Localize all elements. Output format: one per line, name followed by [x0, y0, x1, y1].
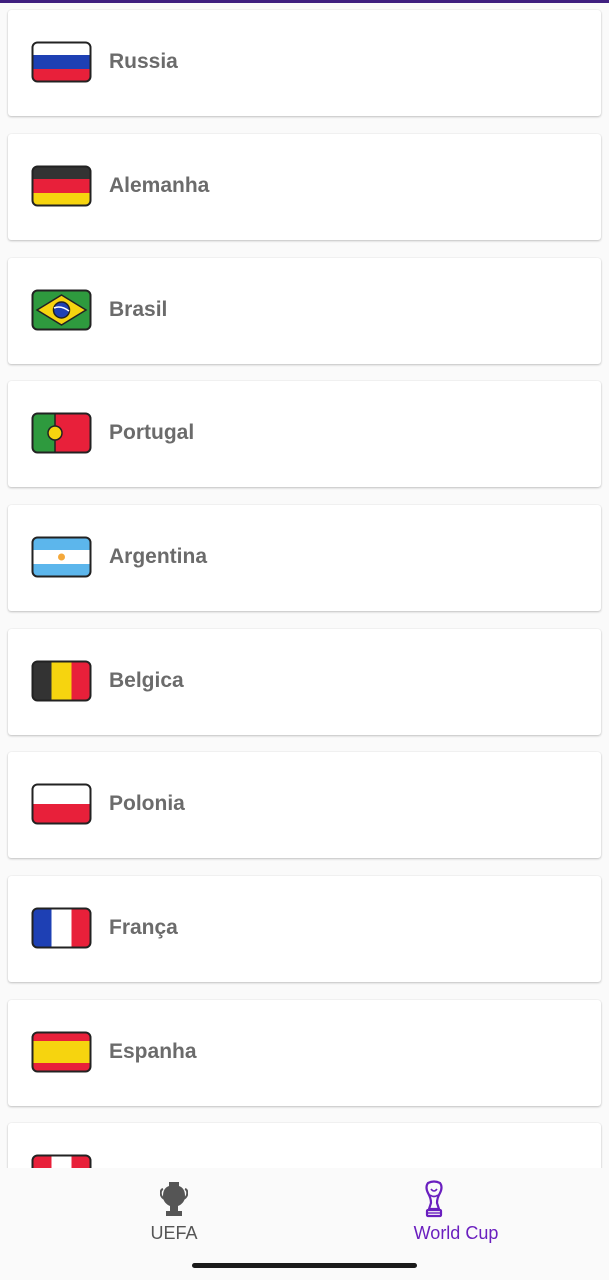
team-name: Portugal: [109, 421, 195, 444]
nav-item-uefa[interactable]: UEFA: [22, 1168, 326, 1258]
home-indicator[interactable]: [192, 1263, 417, 1268]
team-name: Brasil: [109, 298, 168, 321]
team-name: França: [109, 916, 178, 939]
argentina-flag-icon: [31, 536, 92, 578]
russia-flag-icon: [31, 41, 92, 83]
belgium-flag-icon: [31, 660, 92, 702]
brazil-flag-icon: [31, 289, 92, 331]
team-name: Alemanha: [109, 174, 210, 197]
team-card-partial[interactable]: [8, 1123, 601, 1168]
partially-visible-flag-icon: [31, 1154, 92, 1168]
portugal-flag-icon: [31, 412, 92, 454]
team-card-espanha[interactable]: Espanha: [8, 1000, 601, 1106]
germany-flag-icon: [31, 165, 92, 207]
poland-flag-icon: [31, 783, 92, 825]
team-card-belgica[interactable]: Belgica: [8, 629, 601, 735]
nav-label-uefa: UEFA: [150, 1223, 198, 1243]
france-flag-icon: [31, 907, 92, 949]
nav-label-world-cup: World Cup: [413, 1223, 499, 1243]
team-card-brasil[interactable]: Brasil: [8, 258, 601, 364]
world-cup-trophy-icon: [425, 1180, 443, 1218]
team-name: Belgica: [109, 669, 184, 692]
team-name: Russia: [109, 50, 178, 73]
team-name: Espanha: [109, 1040, 197, 1063]
team-list[interactable]: Russia Alemanha Brasil Portugal Argentin…: [0, 0, 609, 1168]
team-card-alemanha[interactable]: Alemanha: [8, 134, 601, 240]
team-card-polonia[interactable]: Polonia: [8, 752, 601, 858]
nav-item-world-cup[interactable]: World Cup: [304, 1168, 608, 1258]
team-card-portugal[interactable]: Portugal: [8, 381, 601, 487]
spain-flag-icon: [31, 1031, 92, 1073]
team-card-franca[interactable]: França: [8, 876, 601, 982]
team-card-russia[interactable]: Russia: [8, 10, 601, 116]
team-card-argentina[interactable]: Argentina: [8, 505, 601, 611]
uefa-trophy-icon: [160, 1182, 188, 1216]
team-name: Polonia: [109, 792, 185, 815]
team-name: Argentina: [109, 545, 208, 568]
